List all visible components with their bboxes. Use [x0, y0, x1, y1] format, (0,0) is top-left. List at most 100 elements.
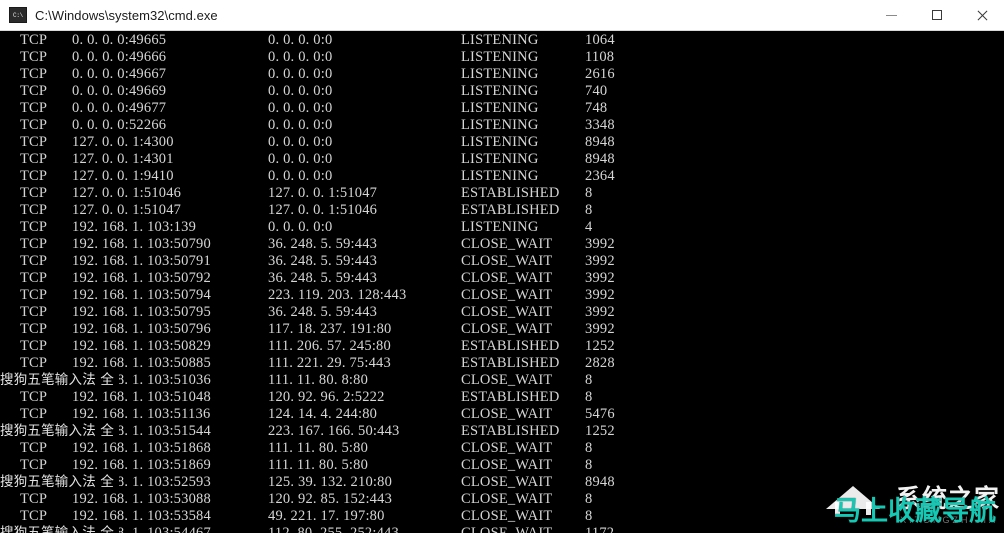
minimize-button[interactable]	[869, 0, 914, 30]
cell-local-address: 127. 0. 0. 1:4301	[72, 151, 174, 167]
cell-local-address: 192. 168. 1. 103:51136	[72, 406, 211, 422]
cell-local-address: 192. 168. 1. 103:50795	[72, 304, 211, 320]
cell-foreign-address: 0. 0. 0. 0:0	[268, 168, 333, 184]
cell-protocol: TCP	[20, 406, 48, 422]
cell-protocol: TCP	[20, 491, 48, 507]
cell-state: CLOSE_WAIT	[461, 287, 553, 303]
cell-state: LISTENING	[461, 117, 539, 133]
cell-pid: 1252	[585, 423, 615, 439]
cell-protocol: TCP	[20, 134, 48, 150]
cell-protocol: TCP	[20, 32, 48, 48]
cell-foreign-address: 0. 0. 0. 0:0	[268, 66, 333, 82]
cell-state: LISTENING	[461, 219, 539, 235]
cell-foreign-address: 111. 11. 80. 8:80	[268, 372, 369, 388]
cell-foreign-address: 0. 0. 0. 0:0	[268, 219, 333, 235]
cell-pid: 3992	[585, 287, 615, 303]
table-row: TCP 192. 168. 1. 103:50794 223. 119. 203. …	[0, 287, 1004, 304]
cell-protocol: TCP	[20, 66, 48, 82]
cell-foreign-address: 111. 11. 80. 5:80	[268, 440, 369, 456]
cell-foreign-address: 0. 0. 0. 0:0	[268, 151, 333, 167]
console-output[interactable]: TCP 0. 0. 0. 0:49665 0. 0. 0. 0:0 LISTENING…	[0, 31, 1004, 533]
cell-protocol: TCP	[20, 49, 48, 65]
ime-candidate-bar[interactable]: 搜狗五笔输入法 全	[0, 423, 119, 440]
cell-protocol: TCP	[20, 321, 48, 337]
cell-pid: 5476	[585, 406, 615, 422]
cell-local-address: 192. 168. 1. 103:50792	[72, 270, 211, 286]
table-row: TCP 192. 168. 1. 103:50790 36. 248. 5. 59:…	[0, 236, 1004, 253]
table-row: TCP 192. 168. 1. 103:50796 117. 18. 237. 1…	[0, 321, 1004, 338]
table-row: TCP 192. 168. 1. 103:50795 36. 248. 5. 59:…	[0, 304, 1004, 321]
cell-protocol: TCP	[20, 151, 48, 167]
table-row: TCP 192. 168. 1. 103:53088 120. 92. 85. 15…	[0, 491, 1004, 508]
cell-pid: 1064	[585, 32, 615, 48]
cell-protocol: TCP	[20, 219, 48, 235]
cell-pid: 3992	[585, 253, 615, 269]
cell-state: CLOSE_WAIT	[461, 372, 553, 388]
cell-local-address: 127. 0. 0. 1:51046	[72, 185, 182, 201]
table-row: TCP 127. 0. 0. 1:4301 0. 0. 0. 0:0 LISTENIN…	[0, 151, 1004, 168]
cell-state: CLOSE_WAIT	[461, 236, 553, 252]
cell-protocol: TCP	[20, 304, 48, 320]
cell-state: ESTABLISHED	[461, 355, 560, 371]
cell-pid: 748	[585, 100, 608, 116]
cell-pid: 3992	[585, 236, 615, 252]
cell-local-address: 0. 0. 0. 0:52266	[72, 117, 167, 133]
cell-foreign-address: 117. 18. 237. 191:80	[268, 321, 392, 337]
cell-foreign-address: 223. 167. 166. 50:443	[268, 423, 400, 439]
cell-foreign-address: 36. 248. 5. 59:443	[268, 270, 378, 286]
cell-state: ESTABLISHED	[461, 202, 560, 218]
table-row: TCP 127. 0. 0. 1:51046 127. 0. 0. 1:51047 E…	[0, 185, 1004, 202]
close-icon	[976, 9, 988, 21]
ime-candidate-bar[interactable]: 搜狗五笔输入法 全	[0, 525, 119, 533]
cell-foreign-address: 0. 0. 0. 0:0	[268, 83, 333, 99]
cell-foreign-address: 223. 119. 203. 128:443	[268, 287, 407, 303]
cell-pid: 8	[585, 440, 593, 456]
cell-local-address: 192. 168. 1. 103:50791	[72, 253, 211, 269]
cell-local-address: 192. 168. 1. 103:50796	[72, 321, 211, 337]
cell-protocol: TCP	[20, 287, 48, 303]
cell-foreign-address: 120. 92. 96. 2:5222	[268, 389, 385, 405]
cell-foreign-address: 0. 0. 0. 0:0	[268, 100, 333, 116]
cell-state: CLOSE_WAIT	[461, 474, 553, 490]
cell-state: CLOSE_WAIT	[461, 508, 553, 524]
cell-pid: 1252	[585, 338, 615, 354]
ime-candidate-bar[interactable]: 搜狗五笔输入法 全	[0, 372, 119, 389]
cmd-icon: C:\	[9, 7, 27, 23]
cell-local-address: 192. 168. 1. 103:50829	[72, 338, 211, 354]
cell-foreign-address: 120. 92. 85. 152:443	[268, 491, 393, 507]
cell-foreign-address: 49. 221. 17. 197:80	[268, 508, 385, 524]
cell-local-address: 0. 0. 0. 0:49677	[72, 100, 167, 116]
cell-pid: 8948	[585, 151, 615, 167]
table-row: TCP 192. 168. 1. 103:50791 36. 248. 5. 59:…	[0, 253, 1004, 270]
cell-pid: 8948	[585, 134, 615, 150]
cell-local-address: 0. 0. 0. 0:49669	[72, 83, 167, 99]
netstat-table: TCP 0. 0. 0. 0:49665 0. 0. 0. 0:0 LISTENING…	[0, 32, 1004, 533]
table-row: TCP 192. 168. 1. 103:51868 111. 11. 80. 5:…	[0, 440, 1004, 457]
cell-local-address: 192. 168. 1. 103:53584	[72, 508, 211, 524]
cell-protocol: TCP	[20, 185, 48, 201]
cell-state: CLOSE_WAIT	[461, 491, 553, 507]
cell-state: ESTABLISHED	[461, 389, 560, 405]
cell-local-address: 192. 168. 1. 103:51048	[72, 389, 211, 405]
cell-protocol: TCP	[20, 389, 48, 405]
table-row: TCP 0. 0. 0. 0:49666 0. 0. 0. 0:0 LISTENING…	[0, 49, 1004, 66]
cell-local-address: 127. 0. 0. 1:4300	[72, 134, 174, 150]
cell-local-address: 0. 0. 0. 0:49667	[72, 66, 167, 82]
cell-protocol: TCP	[20, 253, 48, 269]
cell-protocol: TCP	[20, 457, 48, 473]
cell-local-address: 127. 0. 0. 1:9410	[72, 168, 174, 184]
table-row: TCP 0. 0. 0. 0:49667 0. 0. 0. 0:0 LISTENING…	[0, 66, 1004, 83]
maximize-button[interactable]	[914, 0, 959, 30]
cell-foreign-address: 0. 0. 0. 0:0	[268, 32, 333, 48]
table-row: TCP 0. 0. 0. 0:52266 0. 0. 0. 0:0 LISTENING…	[0, 117, 1004, 134]
cell-state: LISTENING	[461, 100, 539, 116]
ime-candidate-bar[interactable]: 搜狗五笔输入法 全	[0, 474, 119, 491]
close-button[interactable]	[959, 0, 1004, 30]
window-controls	[869, 0, 1004, 30]
cell-state: CLOSE_WAIT	[461, 406, 553, 422]
cell-foreign-address: 0. 0. 0. 0:0	[268, 117, 333, 133]
table-row: TCP 192. 168. 1. 103:51048 120. 92. 96. 2:…	[0, 389, 1004, 406]
table-row: TCP 127. 0. 0. 1:51047 127. 0. 0. 1:51046 E…	[0, 202, 1004, 219]
cell-pid: 3348	[585, 117, 615, 133]
cell-pid: 8	[585, 508, 593, 524]
